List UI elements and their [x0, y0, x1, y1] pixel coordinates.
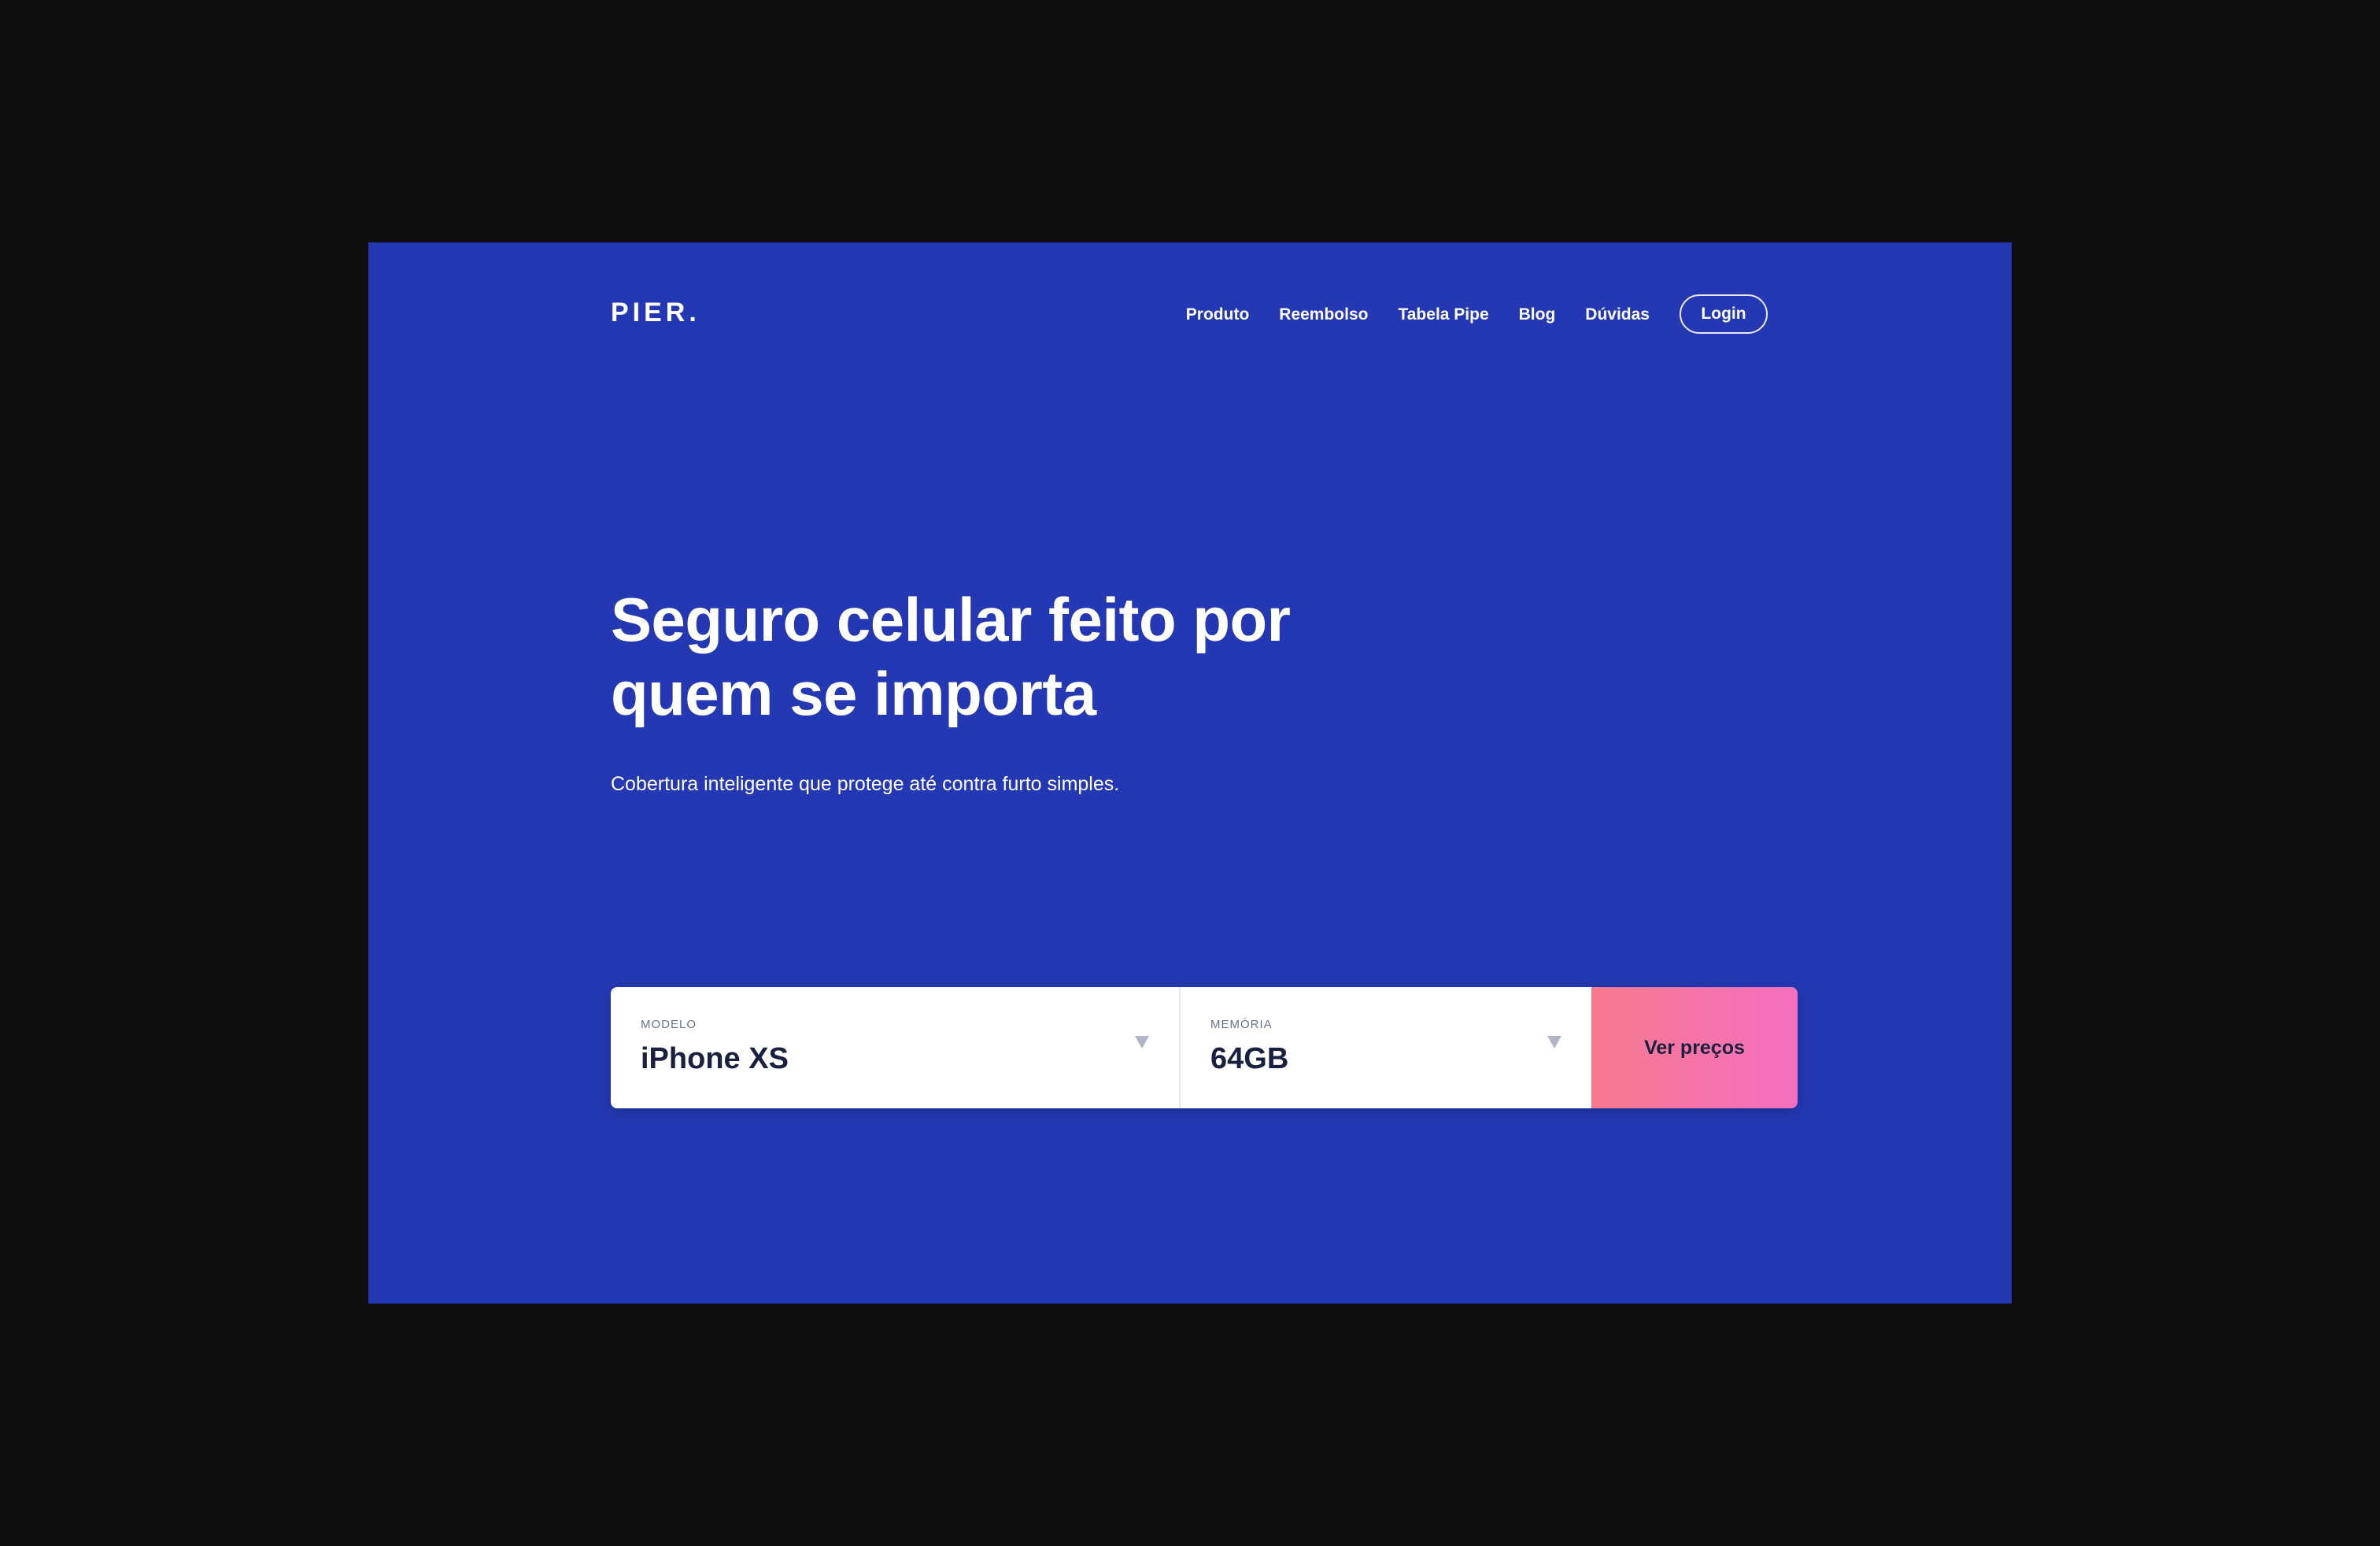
landing-page: PIER. Produto Reembolso Tabela Pipe Blog… — [368, 242, 2012, 1304]
nav-link-blog[interactable]: Blog — [1519, 306, 1556, 323]
nav-link-reembolso[interactable]: Reembolso — [1279, 306, 1368, 323]
hero-subtitle: Cobertura inteligente que protege até co… — [611, 773, 1120, 795]
main-nav: Produto Reembolso Tabela Pipe Blog Dúvid… — [1186, 294, 1768, 334]
quote-form: MODELO iPhone XS MEMÓRIA 64GB Ver preços — [611, 987, 1798, 1108]
model-select[interactable]: MODELO iPhone XS — [611, 987, 1181, 1108]
hero-title-line-1: Seguro celular feito por — [611, 585, 1291, 654]
chevron-down-icon — [1135, 1036, 1149, 1049]
chevron-down-icon — [1547, 1036, 1561, 1049]
login-button[interactable]: Login — [1680, 294, 1768, 334]
hero-title: Seguro celular feito por quem se importa — [611, 583, 1398, 730]
memory-select[interactable]: MEMÓRIA 64GB — [1181, 987, 1591, 1108]
model-select-value: iPhone XS — [641, 1042, 789, 1075]
nav-link-tabela-pipe[interactable]: Tabela Pipe — [1398, 306, 1488, 323]
memory-select-label: MEMÓRIA — [1210, 1018, 1273, 1031]
see-prices-button[interactable]: Ver preços — [1591, 987, 1798, 1108]
brand-logo[interactable]: PIER. — [611, 299, 700, 326]
hero-title-line-2: quem se importa — [611, 659, 1096, 728]
memory-select-value: 64GB — [1210, 1042, 1289, 1075]
nav-link-produto[interactable]: Produto — [1186, 306, 1249, 323]
nav-link-duvidas[interactable]: Dúvidas — [1585, 306, 1650, 323]
model-select-label: MODELO — [641, 1018, 697, 1031]
